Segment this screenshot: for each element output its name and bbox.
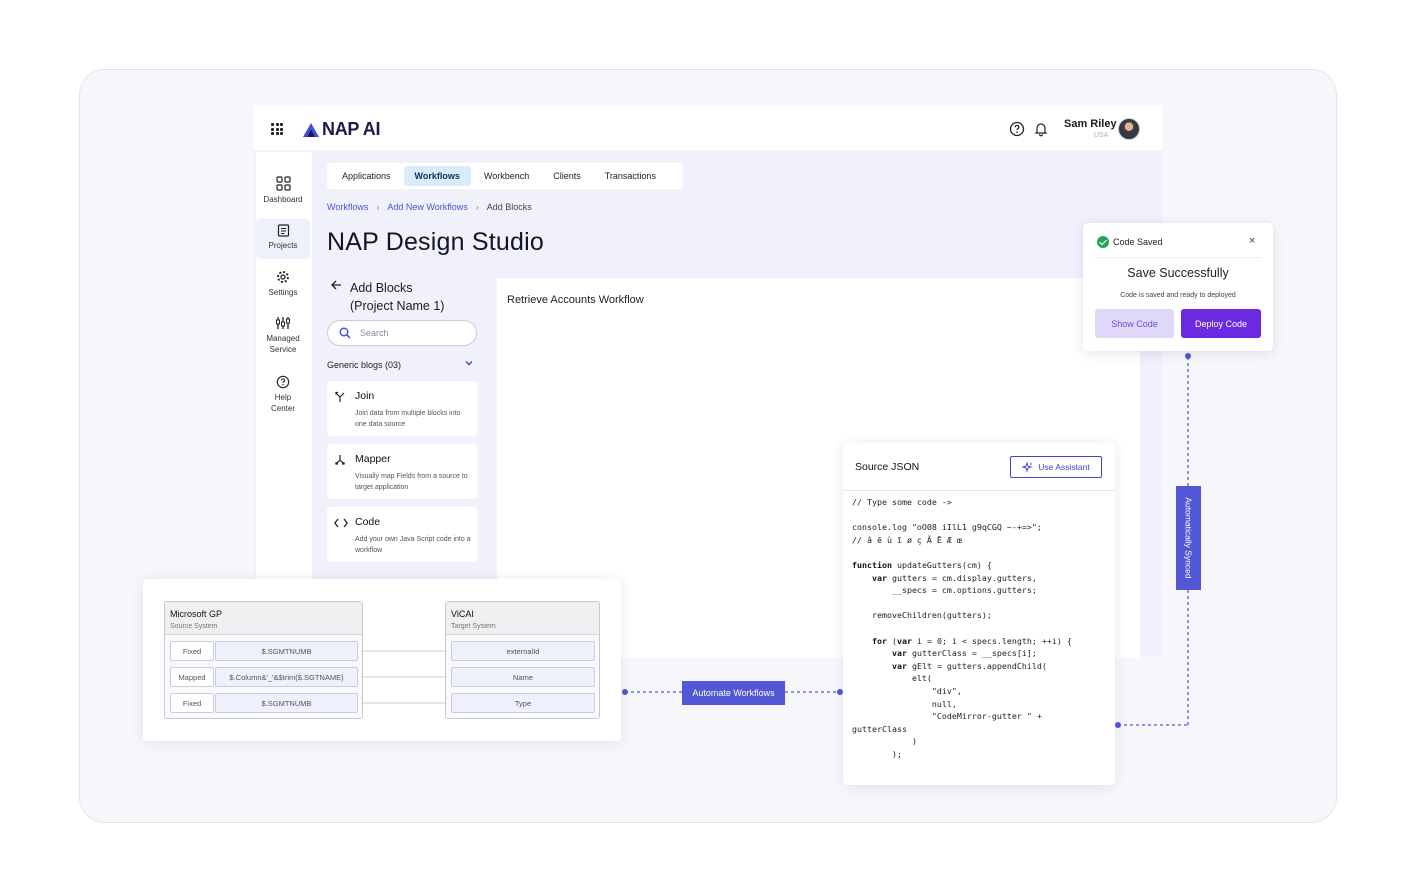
field-mapper-panel: Microsoft GP Source System Fixed $.SGMTN… <box>143 579 621 741</box>
target-system-name: ViCAI <box>451 609 474 619</box>
source-json-panel: Source JSON Use Assistant // Type some c… <box>843 443 1115 785</box>
mapping-kind[interactable]: Fixed <box>170 693 214 713</box>
auto-synced-tag: Automatically Synced <box>1176 486 1201 590</box>
use-assistant-button[interactable]: Use Assistant <box>1010 456 1102 478</box>
automate-workflows-tag: Automate Workflows <box>682 681 785 705</box>
mapping-kind[interactable]: Fixed <box>170 641 214 661</box>
toast-message: Code is saved and ready to deployed <box>1120 292 1236 299</box>
toast-heading: Save Successfully <box>1127 266 1229 280</box>
code-editor[interactable]: // Type some code -> console.log "oO08 i… <box>852 496 1072 760</box>
check-circle-icon <box>1097 236 1109 248</box>
mapping-kind[interactable]: Mapped <box>170 667 214 687</box>
close-icon[interactable]: × <box>1249 235 1255 247</box>
target-field[interactable]: externalId <box>451 641 595 661</box>
mapping-value[interactable]: $.SGMTNUMB <box>215 641 358 661</box>
toast-divider <box>1095 257 1261 258</box>
connector-lines <box>622 353 1191 728</box>
mapping-value[interactable]: $.SGMTNUMB <box>215 693 358 713</box>
target-system-box: ViCAI Target System externalId Name Type <box>445 601 600 719</box>
auto-synced-label: Automatically Synced <box>1183 497 1194 579</box>
mapping-value[interactable]: $.Column&'_'&$trim($.SGTNAME) <box>215 667 358 687</box>
source-system-sub: Source System <box>170 623 218 630</box>
target-system-sub: Target System <box>451 623 496 630</box>
source-system-box: Microsoft GP Source System Fixed $.SGMTN… <box>164 601 363 719</box>
sparkle-icon <box>1022 461 1033 473</box>
code-saved-toast: Code Saved × Save Successfully Code is s… <box>1083 223 1273 351</box>
use-assistant-label: Use Assistant <box>1038 462 1090 472</box>
target-field[interactable]: Name <box>451 667 595 687</box>
json-panel-divider <box>843 490 1115 491</box>
json-panel-title: Source JSON <box>855 461 920 473</box>
source-system-name: Microsoft GP <box>170 609 223 619</box>
toast-status: Code Saved <box>1113 237 1163 247</box>
deploy-code-button[interactable]: Deploy Code <box>1181 309 1261 338</box>
show-code-button[interactable]: Show Code <box>1095 309 1174 338</box>
target-field[interactable]: Type <box>451 693 595 713</box>
